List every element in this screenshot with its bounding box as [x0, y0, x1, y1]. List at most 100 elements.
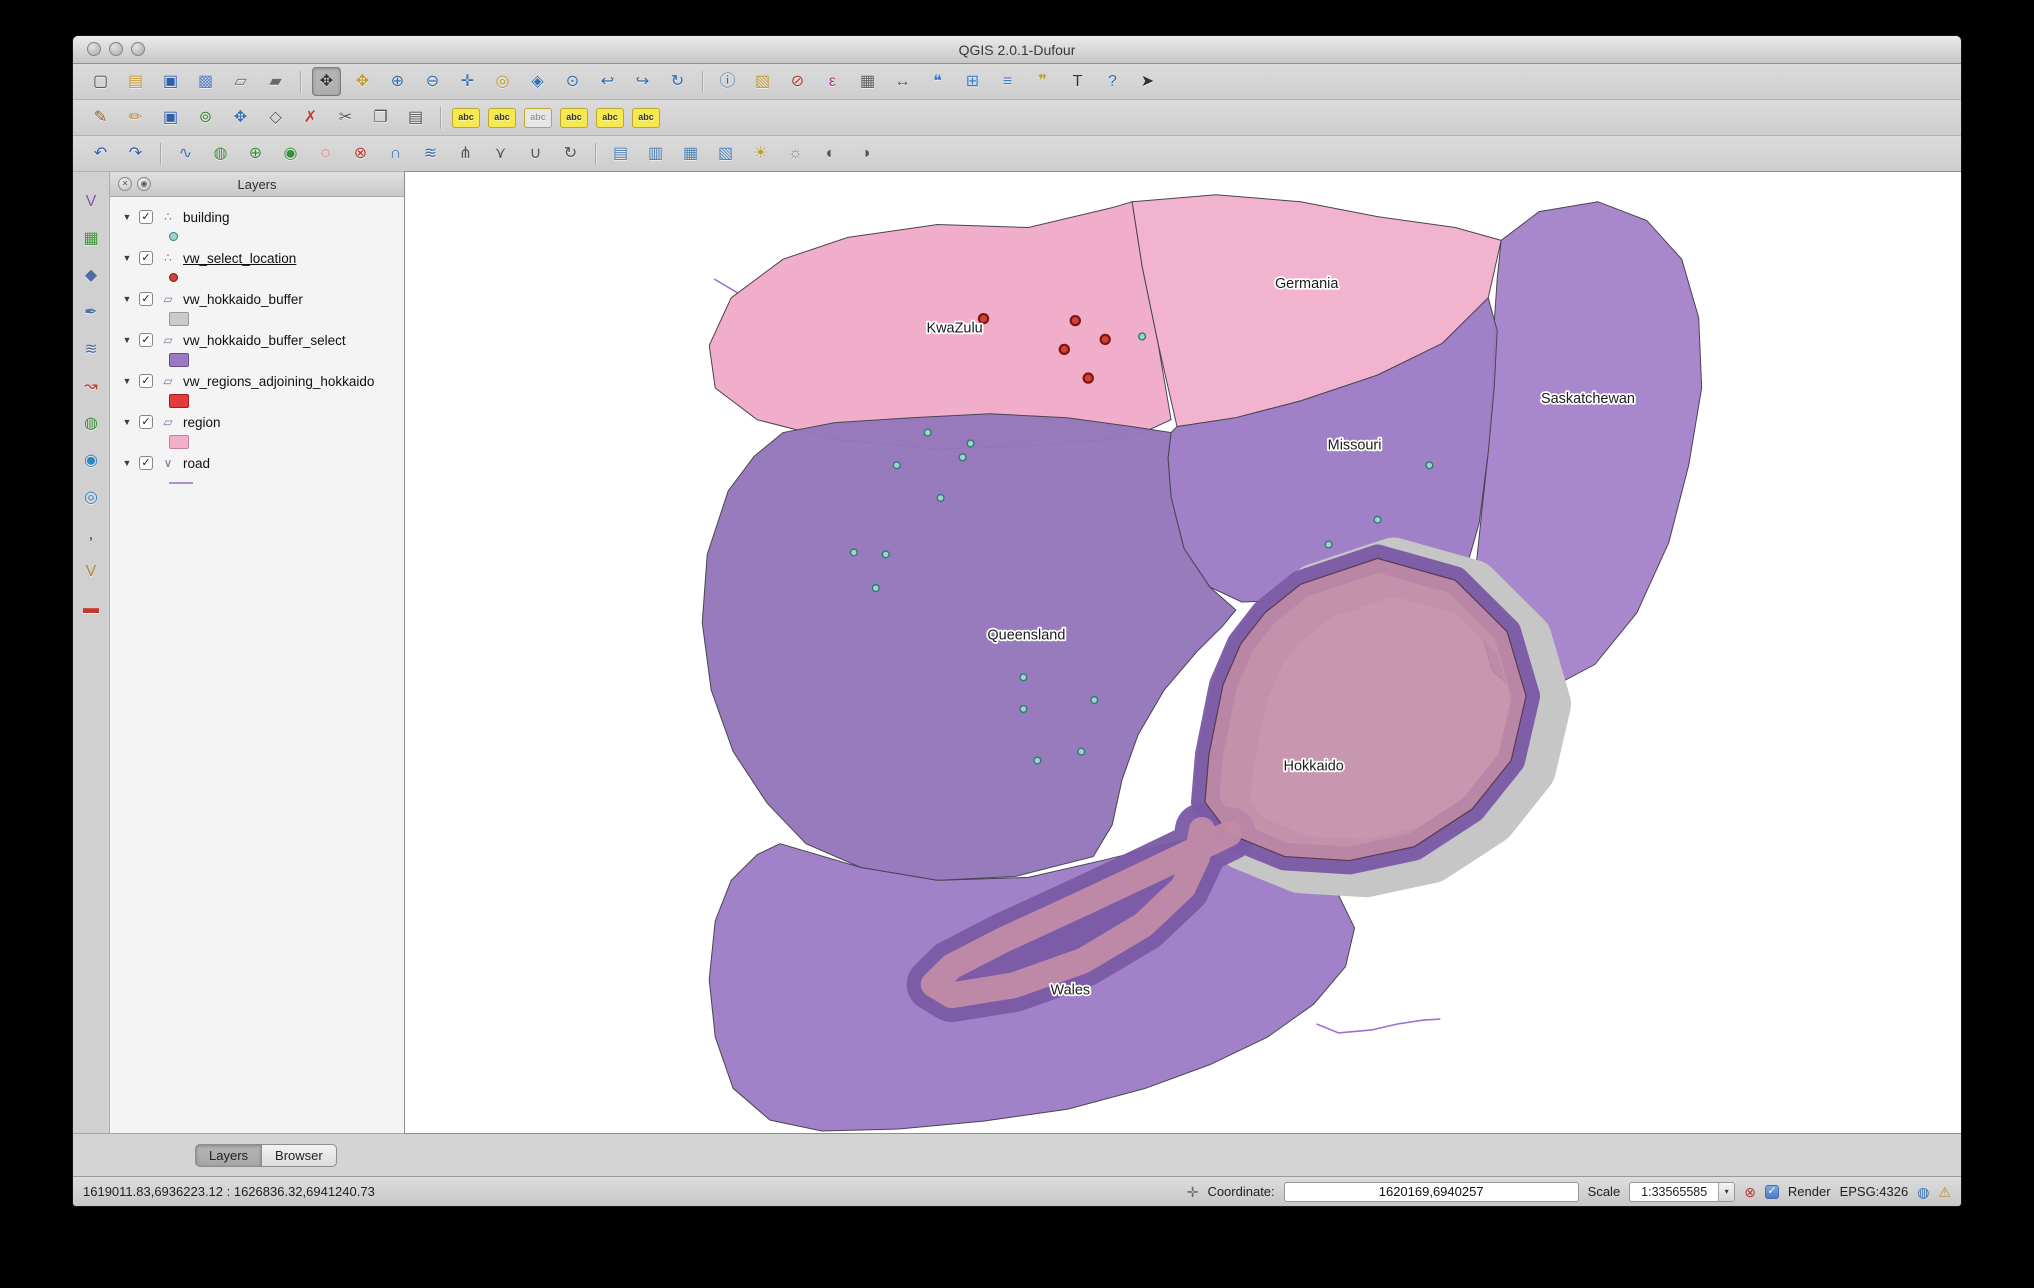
layer-visibility-checkbox[interactable]: ✓ — [139, 333, 153, 347]
histogram-stretch-full-icon[interactable]: ▥ — [642, 140, 669, 167]
rotate-feature-icon[interactable]: ↻ — [557, 140, 584, 167]
cut-features-icon[interactable]: ✂ — [332, 104, 359, 131]
layer-symbol-swatch[interactable] — [169, 352, 189, 367]
add-wcs-layer-icon[interactable]: ◉ — [78, 447, 105, 474]
add-part-icon[interactable]: ⊕ — [242, 140, 269, 167]
measure-line-icon[interactable]: ↔ — [889, 68, 916, 95]
label-pin-icon[interactable]: abc — [488, 107, 516, 128]
histogram-stretch-local-icon[interactable]: ▤ — [607, 140, 634, 167]
split-features-icon[interactable]: ⋔ — [452, 140, 479, 167]
delete-selected-icon[interactable]: ✗ — [297, 104, 324, 131]
layer-symbol-swatch[interactable] — [169, 232, 178, 241]
redo-icon[interactable]: ↷ — [122, 140, 149, 167]
zoom-in-icon[interactable]: ⊕ — [384, 68, 411, 95]
pan-to-selection-icon[interactable]: ✥ — [349, 68, 376, 95]
label-highlight-icon[interactable]: abc — [524, 107, 552, 128]
layer-row-region[interactable]: ▼ ✓ ▱ region — [110, 411, 404, 433]
save-project-icon[interactable]: ▣ — [157, 68, 184, 95]
layer-row-vw_regions_adjoining_hokkaido[interactable]: ▼ ✓ ▱ vw_regions_adjoining_hokkaido — [110, 370, 404, 392]
disclosure-triangle-icon[interactable]: ▼ — [122, 253, 132, 263]
copy-features-icon[interactable]: ❐ — [367, 104, 394, 131]
select-features-icon[interactable]: ▧ — [749, 68, 776, 95]
add-wms-layer-icon[interactable]: ◍ — [78, 410, 105, 437]
layer-symbol-swatch[interactable] — [169, 393, 189, 408]
panel-float-icon[interactable]: ◉ — [137, 177, 151, 191]
delete-part-icon[interactable]: ⊗ — [347, 140, 374, 167]
delete-ring-icon[interactable]: ◌ — [312, 140, 339, 167]
title-bar[interactable]: QGIS 2.0.1-Dufour — [73, 36, 1961, 64]
show-bookmarks-icon[interactable]: ≡ — [994, 68, 1021, 95]
increase-brightness-icon[interactable]: ☀ — [747, 140, 774, 167]
new-project-icon[interactable]: ▢ — [87, 68, 114, 95]
add-feature-icon[interactable]: ⊚ — [192, 104, 219, 131]
toggle-editing-icon[interactable]: ✏ — [122, 104, 149, 131]
panel-close-icon[interactable]: ✕ — [118, 177, 132, 191]
select-by-expression-icon[interactable]: ε — [819, 68, 846, 95]
layer-row-road[interactable]: ▼ ✓ ∨ road — [110, 452, 404, 474]
identify-features-icon[interactable]: ⓘ — [714, 68, 741, 95]
zoom-to-layer-icon[interactable]: ◈ — [524, 68, 551, 95]
layer-labeling-icon[interactable]: abc — [452, 107, 480, 128]
save-project-as-icon[interactable]: ▩ — [192, 68, 219, 95]
split-parts-icon[interactable]: ⋎ — [487, 140, 514, 167]
paste-features-icon[interactable]: ▤ — [402, 104, 429, 131]
layer-visibility-checkbox[interactable]: ✓ — [139, 210, 153, 224]
text-annotation-icon[interactable]: ❞ — [1029, 68, 1056, 95]
label-rotate-icon[interactable]: abc — [596, 107, 624, 128]
composer-manager-icon[interactable]: ▰ — [262, 68, 289, 95]
layer-symbol-swatch[interactable] — [169, 273, 178, 282]
decrease-contrast-icon[interactable]: ◑ — [852, 140, 879, 167]
help-contents-icon[interactable]: ? — [1099, 68, 1126, 95]
zoom-to-selection-icon[interactable]: ◎ — [489, 68, 516, 95]
disclosure-triangle-icon[interactable]: ▼ — [122, 212, 132, 222]
layer-visibility-checkbox[interactable]: ✓ — [139, 374, 153, 388]
add-wfs-layer-icon[interactable]: ◎ — [78, 484, 105, 511]
reshape-features-icon[interactable]: ∩ — [382, 140, 409, 167]
zoom-native-resolution-icon[interactable]: ⊙ — [559, 68, 586, 95]
new-print-composer-icon[interactable]: ▱ — [227, 68, 254, 95]
minimize-window-button[interactable] — [109, 42, 123, 56]
layer-row-vw_hokkaido_buffer_select[interactable]: ▼ ✓ ▱ vw_hokkaido_buffer_select — [110, 329, 404, 351]
offset-curve-icon[interactable]: ≋ — [417, 140, 444, 167]
annotation-icon[interactable]: T — [1064, 68, 1091, 95]
coordinate-input[interactable] — [1283, 1181, 1579, 1202]
move-feature-icon[interactable]: ✥ — [227, 104, 254, 131]
layer-name[interactable]: vw_select_location — [183, 251, 296, 266]
layer-symbol-swatch[interactable] — [169, 311, 189, 326]
zoom-window-button[interactable] — [131, 42, 145, 56]
layer-row-vw_select_location[interactable]: ▼ ✓ ∴ vw_select_location — [110, 247, 404, 269]
label-move-icon[interactable]: abc — [560, 107, 588, 128]
layer-name[interactable]: building — [183, 210, 230, 225]
close-window-button[interactable] — [87, 42, 101, 56]
zoom-last-icon[interactable]: ↩ — [594, 68, 621, 95]
add-delimited-text-layer-icon[interactable]: , — [78, 521, 105, 548]
add-ring-icon[interactable]: ◍ — [207, 140, 234, 167]
layer-name[interactable]: road — [183, 456, 210, 471]
increase-contrast-icon[interactable]: ◐ — [817, 140, 844, 167]
simplify-feature-icon[interactable]: ∿ — [172, 140, 199, 167]
current-edits-icon[interactable]: ✎ — [87, 104, 114, 131]
scale-combo[interactable]: 1:33565585 ▾ — [1629, 1181, 1736, 1202]
add-oracle-layer-icon[interactable]: ↝ — [78, 373, 105, 400]
log-messages-icon[interactable]: ⚠ — [1938, 1185, 1951, 1199]
pan-map-icon[interactable]: ✥ — [312, 67, 341, 96]
zoom-full-extent-icon[interactable]: ✛ — [454, 68, 481, 95]
map-canvas[interactable]: KwaZulu Germania Saskatchewan Missouri Queen… — [404, 171, 1961, 1134]
layer-name[interactable]: vw_hokkaido_buffer — [183, 292, 303, 307]
cumulative-stretch-local-icon[interactable]: ▦ — [677, 140, 704, 167]
add-vector-layer-icon[interactable]: V — [78, 188, 105, 215]
node-tool-icon[interactable]: ◇ — [262, 104, 289, 131]
undo-icon[interactable]: ↶ — [87, 140, 114, 167]
layer-visibility-checkbox[interactable]: ✓ — [139, 292, 153, 306]
add-spatialite-layer-icon[interactable]: ✒ — [78, 299, 105, 326]
render-checkbox[interactable]: ✓ — [1764, 1184, 1779, 1199]
refresh-map-icon[interactable]: ↻ — [664, 68, 691, 95]
decrease-brightness-icon[interactable]: ☼ — [782, 140, 809, 167]
zoom-next-icon[interactable]: ↪ — [629, 68, 656, 95]
add-raster-layer-icon[interactable]: ▦ — [78, 225, 105, 252]
add-mssql-layer-icon[interactable]: ≋ — [78, 336, 105, 363]
disclosure-triangle-icon[interactable]: ▼ — [122, 458, 132, 468]
whats-this-icon[interactable]: ➤ — [1134, 68, 1161, 95]
open-project-icon[interactable]: ▤ — [122, 68, 149, 95]
tab-layers[interactable]: Layers — [195, 1143, 263, 1167]
